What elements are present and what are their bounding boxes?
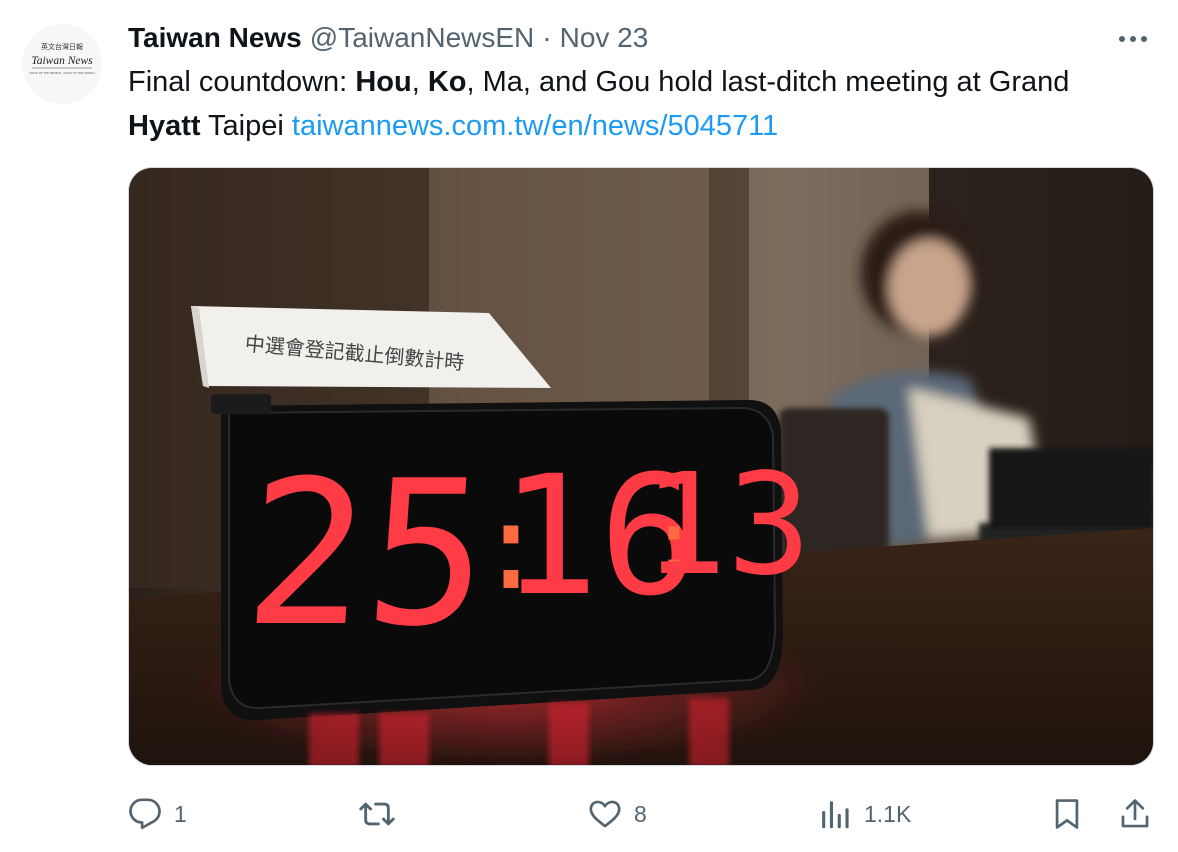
reply-icon xyxy=(129,798,161,830)
countdown-clock-photo: 中選會登記截止倒數計時 25 : 16 : 13 xyxy=(129,168,1153,765)
reply-count: 1 xyxy=(174,800,187,827)
article-link[interactable]: taiwannews.com.tw/en/news/5045711 xyxy=(292,110,778,142)
led-countdown-clock: 25 : 16 : 13 xyxy=(211,394,812,721)
heart-icon xyxy=(589,800,621,828)
text-part: Final countdown: xyxy=(128,66,356,98)
share-icon xyxy=(1121,799,1149,828)
bookmark-button[interactable] xyxy=(1050,790,1084,838)
tweet-header: Taiwan News @TaiwanNewsEN · Nov 23 xyxy=(128,20,648,56)
views-icon xyxy=(822,801,849,829)
views-button[interactable]: 1.1K xyxy=(818,790,911,838)
more-icon xyxy=(1119,36,1147,42)
text-part: , Ma, and Gou hold last-ditch meeting at… xyxy=(466,66,1070,98)
tweet-action-bar: 1 8 1.1K xyxy=(0,790,1178,838)
tweet-card[interactable]: 英文台灣日報 Taiwan News VOICE OF THE PEOPLE ·… xyxy=(0,0,1178,852)
text-bold-ko: Ko xyxy=(427,66,467,98)
header-separator: · xyxy=(542,22,552,53)
repost-icon xyxy=(359,802,395,826)
tweet-text: Final countdown: Hou, Ko, Ma, and Gou ho… xyxy=(128,60,1148,148)
like-button[interactable]: 8 xyxy=(588,790,647,838)
taiwan-news-logo: 英文台灣日報 Taiwan News VOICE OF THE PEOPLE ·… xyxy=(22,24,102,104)
text-part: Taipei xyxy=(200,110,292,142)
svg-text:VOICE OF THE PEOPLE · VOICE TO: VOICE OF THE PEOPLE · VOICE TO THE WORLD xyxy=(29,71,94,75)
reply-button[interactable]: 1 xyxy=(128,790,187,838)
author-display-name[interactable]: Taiwan News xyxy=(128,20,302,56)
avatar[interactable]: 英文台灣日報 Taiwan News VOICE OF THE PEOPLE ·… xyxy=(22,24,102,104)
more-button[interactable] xyxy=(1112,22,1154,56)
tweet-media-photo[interactable]: 中選會登記截止倒數計時 25 : 16 : 13 xyxy=(128,167,1154,766)
text-bold-hou: Hou xyxy=(355,66,412,98)
views-count: 1.1K xyxy=(864,800,912,827)
svg-text:Taiwan News: Taiwan News xyxy=(31,55,93,67)
clock-seconds: 13 xyxy=(643,444,812,607)
tweet-date[interactable]: Nov 23 xyxy=(560,20,649,56)
bookmark-icon xyxy=(1055,799,1079,829)
repost-button[interactable] xyxy=(358,790,408,838)
author-handle[interactable]: @TaiwanNewsEN xyxy=(310,20,535,56)
like-count: 8 xyxy=(634,800,647,827)
share-button[interactable] xyxy=(1118,790,1152,838)
text-bold-hyatt: Hyatt xyxy=(128,110,201,142)
svg-text:英文台灣日報: 英文台灣日報 xyxy=(41,42,83,51)
text-part: , xyxy=(411,66,428,98)
clock-hours: 25 xyxy=(238,438,495,671)
